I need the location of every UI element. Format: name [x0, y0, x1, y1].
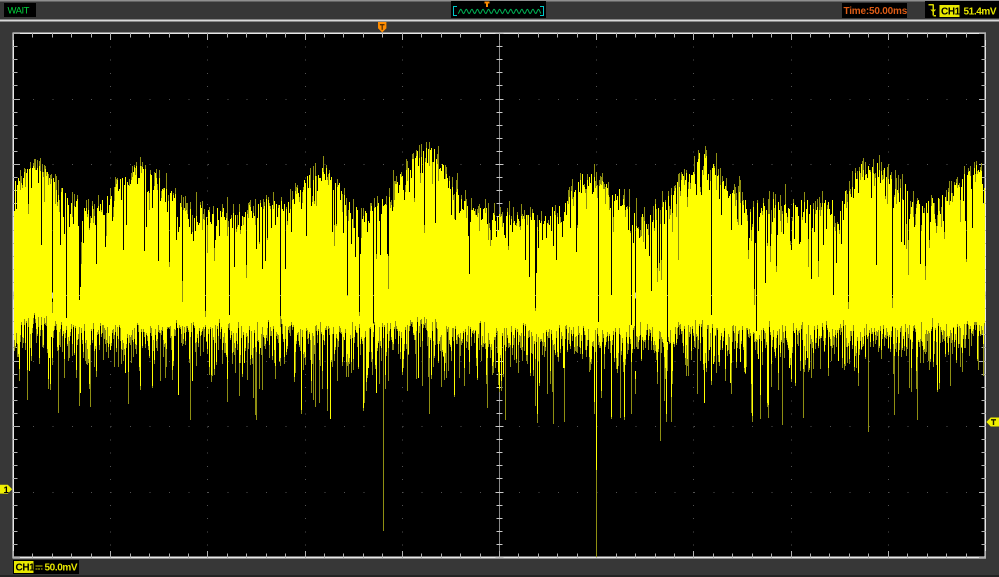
- svg-text:Time:50.00ms: Time:50.00ms: [844, 6, 908, 17]
- svg-text:CH1: CH1: [941, 6, 961, 17]
- svg-text:WAIT: WAIT: [8, 6, 30, 17]
- svg-text:50.0mV: 50.0mV: [45, 562, 78, 573]
- svg-text:51.4mV: 51.4mV: [964, 7, 997, 18]
- svg-text:CH1: CH1: [16, 562, 36, 573]
- svg-text:1: 1: [4, 485, 10, 496]
